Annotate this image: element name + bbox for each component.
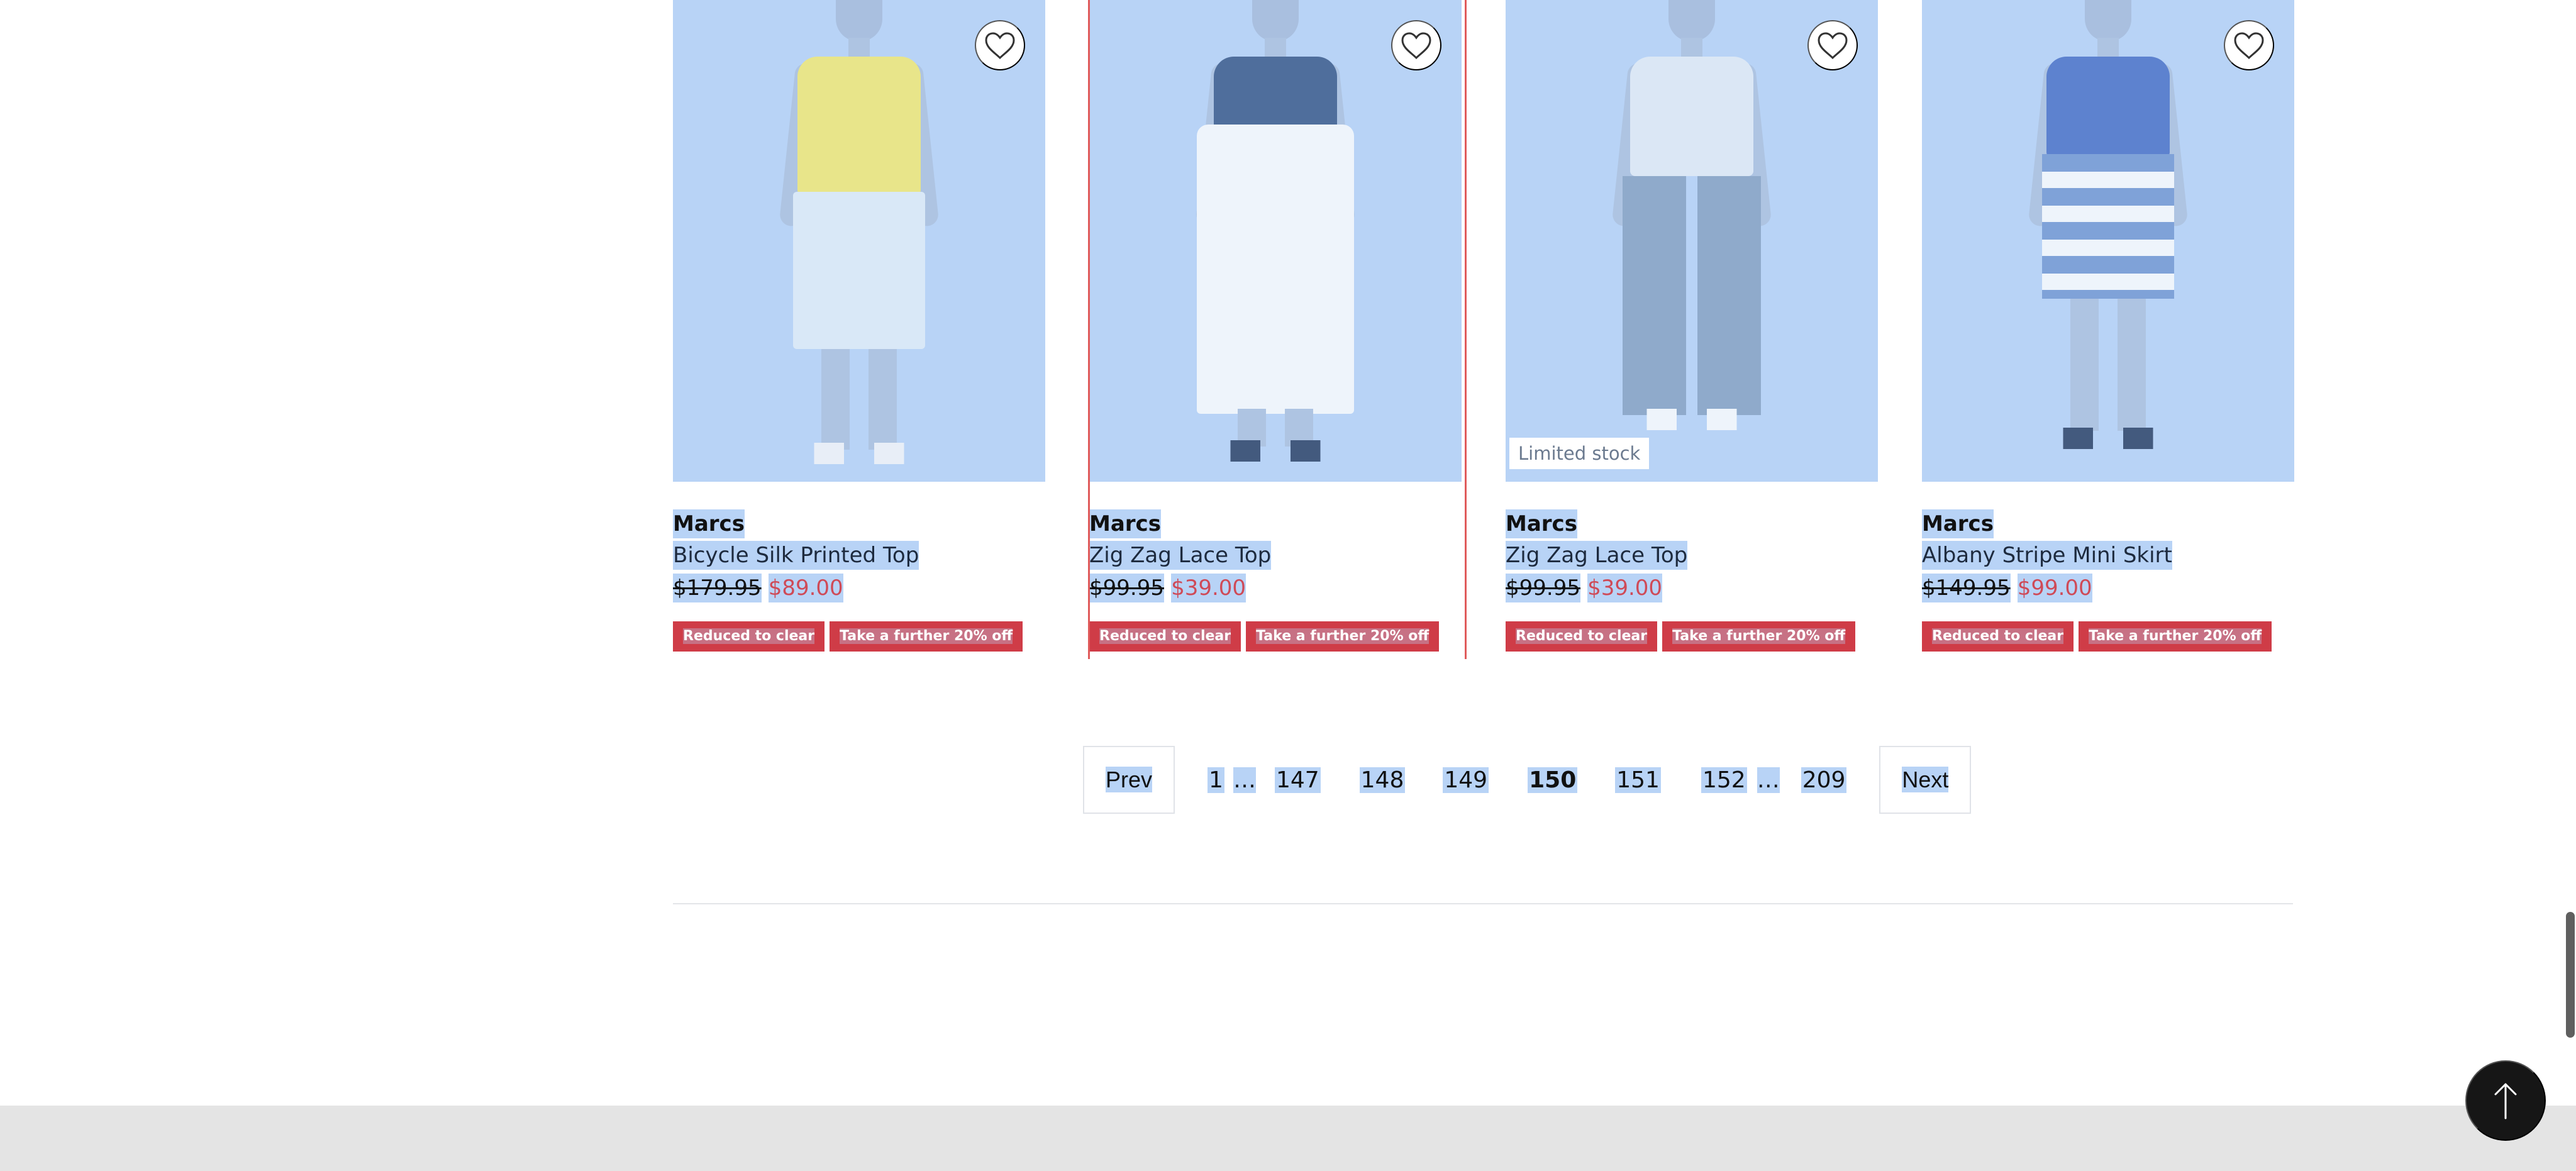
model-shoes — [1222, 440, 1329, 462]
sale-price: $99.00 — [2017, 574, 2092, 602]
model-legs — [812, 349, 906, 450]
product-prices: $149.95 $99.00 — [1922, 574, 2294, 602]
product-info: Marcs Zig Zag Lace Top $99.95 $39.00 Red… — [1506, 482, 1878, 652]
product-brand[interactable]: Marcs — [1506, 509, 1577, 538]
product-prices: $179.95 $89.00 — [673, 574, 1045, 602]
prev-page-button[interactable]: Prev — [1083, 746, 1175, 814]
product-card-1[interactable]: Marcs Bicycle Silk Printed Top $179.95 $… — [673, 0, 1045, 659]
pagination: Prev 1 … 147 148 149 150 151 152 … 209 N… — [1083, 746, 1972, 814]
product-prices: $99.95 $39.00 — [1506, 574, 1878, 602]
heart-icon — [2234, 32, 2264, 60]
model-legs — [2061, 299, 2155, 431]
model-head — [1668, 0, 1715, 42]
product-info: Marcs Bicycle Silk Printed Top $179.95 $… — [673, 482, 1045, 652]
garment-bottom — [1623, 176, 1761, 415]
next-page-button[interactable]: Next — [1879, 746, 1972, 814]
product-card-3[interactable]: Limited stock Marcs Zig Zag Lace Top $99… — [1506, 0, 1878, 659]
model-head — [836, 0, 882, 42]
page-1-link[interactable]: 1 — [1208, 767, 1224, 793]
garment-bottom — [1197, 125, 1354, 414]
garment-bottom — [793, 192, 925, 349]
model-shoes — [2055, 428, 2162, 449]
page-ellipsis-start: … — [1233, 767, 1256, 793]
product-info: Marcs Albany Stripe Mini Skirt $149.95 $… — [1922, 482, 2294, 652]
arrow-up-icon — [2494, 1083, 2517, 1119]
page-149-link[interactable]: 149 — [1443, 767, 1489, 793]
product-image[interactable]: Limited stock — [1506, 0, 1878, 482]
model-head — [2085, 0, 2131, 42]
product-image[interactable] — [1089, 0, 1462, 482]
product-card-2[interactable]: Marcs Zig Zag Lace Top $99.95 $39.00 Red… — [1088, 0, 1467, 659]
wishlist-button[interactable] — [1391, 20, 1441, 70]
page-list: 1 … 147 148 149 150 151 152 … 209 — [1208, 767, 1847, 793]
page-147-link[interactable]: 147 — [1274, 767, 1321, 793]
garment-top — [1630, 57, 1753, 176]
page-151-link[interactable]: 151 — [1615, 767, 1661, 793]
garment-top — [797, 57, 921, 195]
promo-badges: Reduced to clear Take a further 20% off — [1089, 621, 1462, 652]
wishlist-button[interactable] — [1807, 20, 1858, 70]
product-name[interactable]: Zig Zag Lace Top — [1506, 541, 1688, 570]
page-ellipsis-end: … — [1757, 767, 1780, 793]
garment-bottom — [2042, 154, 2174, 299]
garment-top — [2046, 57, 2170, 157]
product-info: Marcs Zig Zag Lace Top $99.95 $39.00 Red… — [1089, 482, 1462, 652]
product-brand[interactable]: Marcs — [1089, 509, 1161, 538]
model-shoes — [806, 443, 913, 464]
page-148-link[interactable]: 148 — [1359, 767, 1406, 793]
original-price: $149.95 — [1922, 574, 2011, 602]
current-page: 150 — [1528, 767, 1578, 793]
reduced-badge: Reduced to clear — [1089, 621, 1241, 652]
original-price: $179.95 — [673, 574, 762, 602]
reduced-badge: Reduced to clear — [1922, 621, 2074, 652]
back-to-top-button[interactable] — [2465, 1060, 2546, 1141]
product-grid: Marcs Bicycle Silk Printed Top $179.95 $… — [673, 0, 2294, 659]
discount-badge: Take a further 20% off — [1662, 621, 1856, 652]
product-name[interactable]: Albany Stripe Mini Skirt — [1922, 541, 2172, 570]
wishlist-button[interactable] — [975, 20, 1025, 70]
discount-badge: Take a further 20% off — [830, 621, 1023, 652]
page-footer — [0, 1106, 2576, 1171]
product-image[interactable] — [1922, 0, 2294, 482]
product-name[interactable]: Bicycle Silk Printed Top — [673, 541, 919, 570]
page-scrollbar[interactable] — [2566, 912, 2575, 1038]
wishlist-button[interactable] — [2224, 20, 2274, 70]
heart-icon — [1401, 32, 1431, 60]
heart-icon — [985, 32, 1015, 60]
discount-badge: Take a further 20% off — [2079, 621, 2272, 652]
product-brand[interactable]: Marcs — [673, 509, 745, 538]
promo-badges: Reduced to clear Take a further 20% off — [673, 621, 1045, 652]
discount-badge: Take a further 20% off — [1246, 621, 1440, 652]
model-shoes — [1638, 409, 1745, 430]
sale-price: $89.00 — [768, 574, 843, 602]
model-head — [1252, 0, 1299, 42]
heart-icon — [1818, 32, 1848, 60]
product-name[interactable]: Zig Zag Lace Top — [1089, 541, 1272, 570]
sale-price: $39.00 — [1171, 574, 1246, 602]
content-divider — [673, 903, 2293, 904]
product-card-4[interactable]: Marcs Albany Stripe Mini Skirt $149.95 $… — [1922, 0, 2294, 659]
page-152-link[interactable]: 152 — [1701, 767, 1747, 793]
page-209-link[interactable]: 209 — [1801, 767, 1847, 793]
sale-price: $39.00 — [1587, 574, 1663, 602]
promo-badges: Reduced to clear Take a further 20% off — [1922, 621, 2294, 652]
product-prices: $99.95 $39.00 — [1089, 574, 1462, 602]
stock-badge: Limited stock — [1509, 438, 1650, 469]
reduced-badge: Reduced to clear — [673, 621, 825, 652]
product-image[interactable] — [673, 0, 1045, 482]
promo-badges: Reduced to clear Take a further 20% off — [1506, 621, 1878, 652]
reduced-badge: Reduced to clear — [1506, 621, 1658, 652]
product-brand[interactable]: Marcs — [1922, 509, 1994, 538]
original-price: $99.95 — [1506, 574, 1580, 602]
original-price: $99.95 — [1089, 574, 1164, 602]
